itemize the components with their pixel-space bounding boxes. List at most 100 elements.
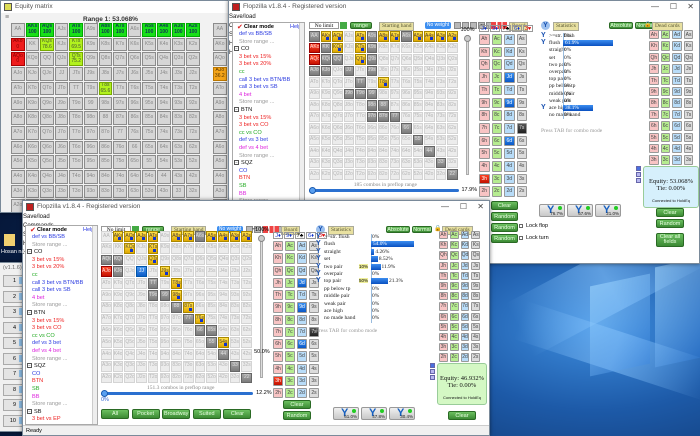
random-button[interactable]: Random [491,234,518,243]
board-card[interactable]: 5s [516,148,527,159]
street-filter-button[interactable]: Y 47.8% [361,407,387,420]
board-card[interactable]: 6c [285,339,295,350]
hand-cell[interactable]: T4s [157,81,171,96]
hand-cell[interactable]: KQo [25,52,40,67]
hand-cell[interactable]: T3s [229,278,241,289]
hand-cell[interactable]: JJ [343,65,354,76]
hand-cell[interactable]: 22 [241,372,253,384]
dead-card[interactable]: Ah [439,231,448,240]
dead-card[interactable]: 2h [439,353,448,362]
hand-cell[interactable]: Q6o [40,140,54,155]
hand-cell[interactable]: T4o [355,146,366,157]
hand-cell[interactable]: KTo [320,77,331,88]
hand-cell[interactable]: T5s [412,77,423,88]
range-item[interactable]: Store range ... [32,242,67,248]
hand-cell[interactable]: 87o [98,125,113,140]
lock-flop-checkbox[interactable]: Lock flop [520,223,548,229]
hand-cell[interactable]: J2s [447,65,458,76]
board-card[interactable]: Qh [273,265,283,276]
hand-cell[interactable]: ATo [309,77,320,88]
range2-hand-cell[interactable]: AQo [213,52,227,67]
hand-cell[interactable]: 73s [229,313,241,325]
hand-cell[interactable]: 42s [447,146,458,157]
hand-cell[interactable]: J4s [424,65,435,76]
dead-card[interactable]: Js [683,64,694,74]
board-card[interactable]: Ah [479,34,490,45]
dead-card[interactable]: 5s [471,322,481,331]
hand-cell[interactable]: KQs [332,42,343,53]
hand-cell[interactable]: J7s [182,266,194,278]
dead-card[interactable]: 5s [683,132,694,142]
hand-cell[interactable]: AKs [320,31,331,42]
hand-cell[interactable]: 74o [389,146,400,157]
hand-cell[interactable]: A6s [127,23,142,37]
hand-cell[interactable]: 65s [142,140,156,155]
board-card[interactable]: 2s [516,186,527,198]
dead-card[interactable]: Kd [460,241,470,250]
range-item[interactable]: BTN [32,378,43,384]
player-select-button[interactable] [636,178,641,183]
board-card[interactable]: 2h [479,186,490,198]
hand-cell[interactable]: K6s [194,242,206,254]
hand-cell[interactable]: QJo [124,266,136,278]
hand-cell[interactable]: AJs [343,31,354,42]
stat-label[interactable]: ace high [324,308,343,314]
hand-cell[interactable]: J5o [343,134,354,145]
dead-card[interactable]: Ah [649,30,659,40]
dead-card[interactable]: 6s [471,312,481,321]
hand-cell[interactable]: T5s [206,278,217,289]
hand-cell[interactable]: T9s [366,77,377,88]
hand-cell[interactable]: ATs [355,31,366,42]
hand-cell[interactable]: J7s [389,65,400,76]
board-card[interactable]: Kc [491,46,502,58]
hand-cell[interactable]: A5o [101,337,112,348]
hand-cell[interactable]: K3o [112,360,124,372]
board-card[interactable]: 6d [504,135,515,147]
board-card[interactable]: 7c [285,326,295,337]
range-item[interactable]: 4 bet [32,295,44,301]
hand-cell[interactable]: T6o [355,123,366,134]
board-card[interactable]: 9h [273,302,283,313]
hand-cell[interactable]: Q7o [332,111,343,122]
hand-cell[interactable]: 87s [389,100,400,111]
hand-cell[interactable]: 32s [186,184,200,199]
hand-cell[interactable]: J9s [366,65,377,76]
hand-cell[interactable]: J9o [136,290,147,301]
dead-card[interactable]: 6d [672,121,682,131]
hand-cell[interactable]: 98o [84,111,98,125]
hand-cell[interactable]: 54o [206,349,217,360]
hand-cell[interactable]: T7s [182,278,194,289]
hand-cell[interactable]: KTo [112,278,124,289]
dead-card[interactable]: Js [471,261,481,270]
hand-cell[interactable]: 94o [84,170,98,184]
board-card[interactable]: 4s [516,161,527,172]
hand-cell[interactable]: K6o [320,123,331,134]
hand-cell[interactable]: 64s [157,140,171,155]
hand-cell[interactable]: 43s [435,146,446,157]
hand-cell[interactable]: K8o [320,100,331,111]
hand-cell[interactable]: 63s [171,140,186,155]
hand-cell[interactable]: QTs [147,254,159,266]
range2-hand-cell[interactable]: A9o [213,96,227,111]
hand-cell[interactable]: JTs [147,266,159,278]
dead-card[interactable]: 5h [439,322,448,331]
hand-cell[interactable]: AKo [101,242,112,254]
dead-card[interactable]: Ad [672,30,682,40]
hand-cell[interactable]: 73o [113,184,127,199]
hand-cell[interactable]: Q7s [113,52,127,67]
board-card[interactable]: 4h [273,363,283,374]
board-card[interactable]: Kh [479,46,490,58]
hand-cell[interactable]: 95s [142,96,156,111]
hand-cell[interactable]: 98o [159,301,171,313]
stat-label[interactable]: two pair [324,264,343,270]
hand-cell[interactable]: ATo [101,278,112,289]
close-button[interactable]: ✕ [477,201,484,212]
hand-cell[interactable]: 65o [127,155,142,169]
weight-button[interactable]: No weight [425,22,451,29]
board-card[interactable]: 4c [491,161,502,172]
board-card[interactable]: Jh [479,72,490,83]
hand-cell[interactable]: 85o [98,155,113,169]
board-card[interactable]: 8d [504,110,515,121]
hand-cell[interactable]: T6s [194,278,206,289]
hand-cell[interactable]: 94s [424,88,435,99]
